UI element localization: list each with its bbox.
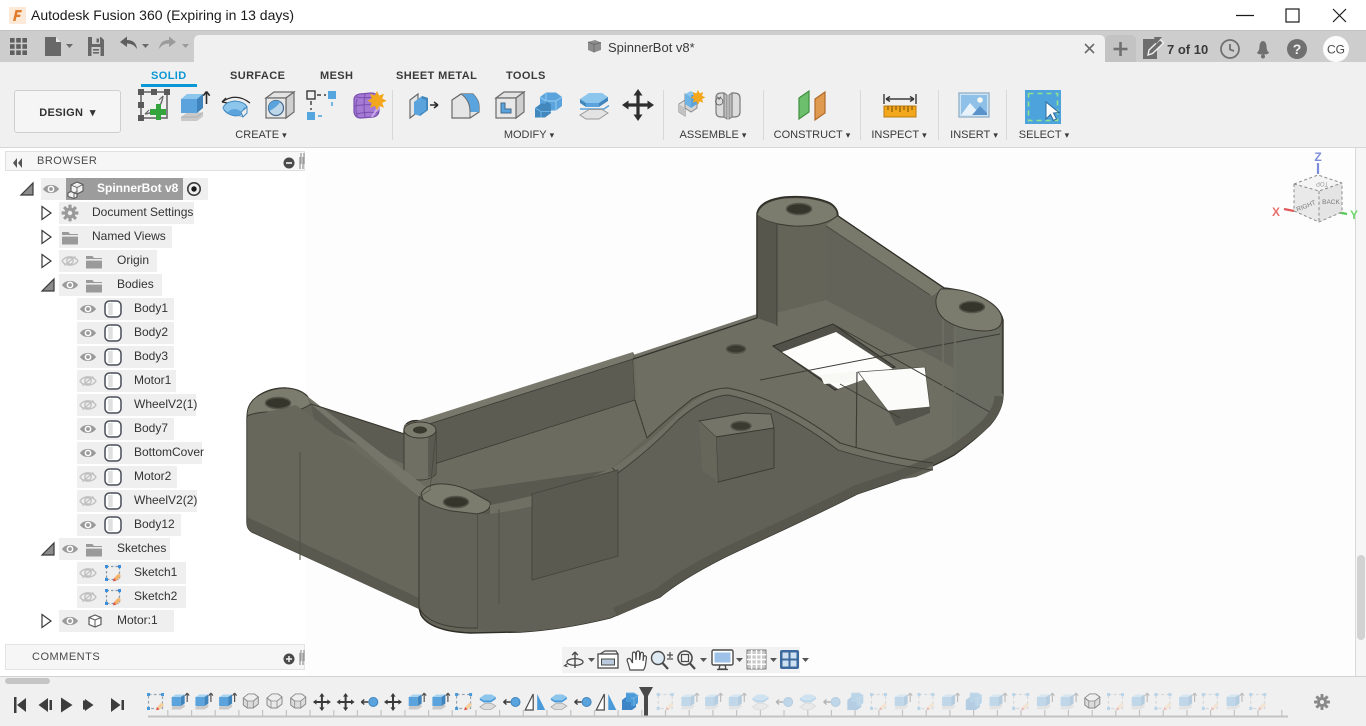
svg-text:Y: Y [1350, 208, 1358, 222]
svg-text:BACK: BACK [1322, 199, 1340, 206]
svg-text:TOP: TOP [1316, 180, 1328, 186]
svg-text:X: X [1272, 205, 1280, 219]
svg-text:Z: Z [1314, 150, 1321, 164]
